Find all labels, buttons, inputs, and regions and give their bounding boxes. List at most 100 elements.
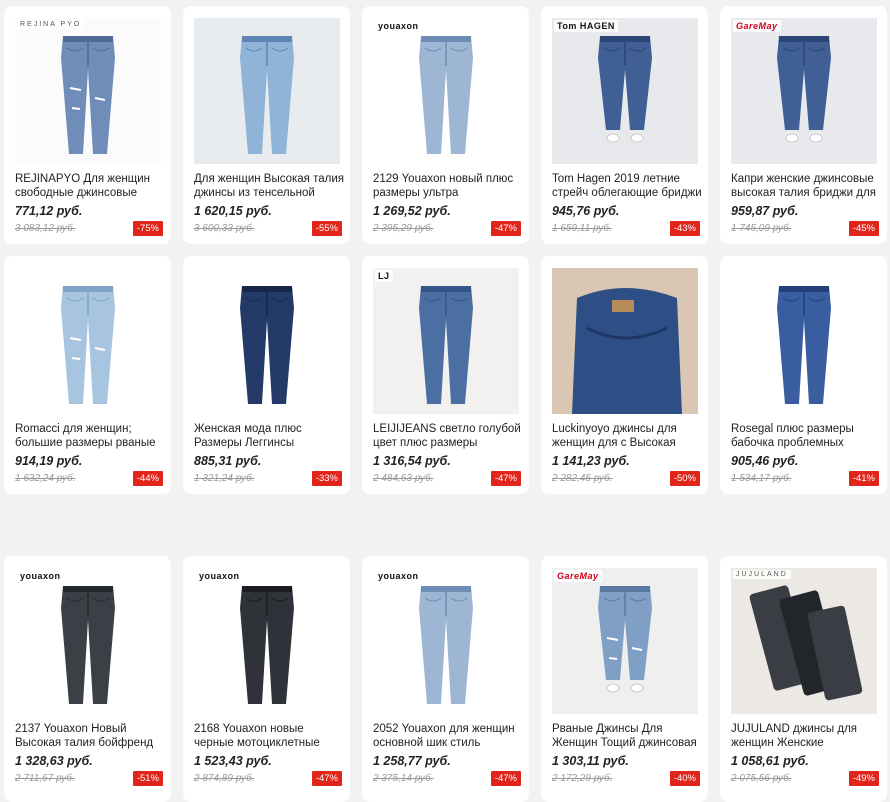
original-price: 2 282,45 руб. bbox=[552, 473, 613, 484]
original-price: 2 375,14 руб. bbox=[373, 773, 434, 784]
product-card[interactable]: Rosegal плюс размеры бабочка проблемных … bbox=[720, 256, 887, 494]
product-image[interactable]: youaxon bbox=[194, 568, 340, 714]
original-price: 3 083,12 руб. bbox=[15, 223, 76, 234]
brand-logo: youaxon bbox=[196, 570, 243, 582]
brand-logo: youaxon bbox=[17, 570, 64, 582]
discount-badge: -41% bbox=[848, 471, 879, 486]
brand-logo: LJ bbox=[375, 270, 393, 282]
skinny-jeans-icon bbox=[373, 18, 519, 164]
product-card[interactable]: GareMay Капри женские джинсовые высокая т… bbox=[720, 6, 887, 244]
discount-badge: -55% bbox=[311, 221, 342, 236]
light-ripped-jeans-icon bbox=[15, 268, 161, 414]
product-image[interactable] bbox=[194, 18, 340, 164]
discount-badge: -47% bbox=[490, 771, 521, 786]
product-title[interactable]: 2129 Youaxon новый плюс размеры ультра э… bbox=[373, 172, 523, 200]
product-card[interactable]: REJINA PYO REJINAPYO Для женщин свободные… bbox=[4, 6, 171, 244]
butterfly-jeans-icon bbox=[731, 268, 877, 414]
product-price: 1 269,52 руб. bbox=[373, 204, 451, 218]
product-image[interactable]: JUJULAND bbox=[731, 568, 877, 714]
cropped-jeans-icon bbox=[373, 268, 519, 414]
product-price: 1 258,77 руб. bbox=[373, 754, 451, 768]
product-title[interactable]: Tom Hagen 2019 летние стрейч облегающие … bbox=[552, 172, 702, 200]
product-card[interactable]: Luckinyoyo джинсы для женщин для с Высок… bbox=[541, 256, 708, 494]
product-price: 905,46 руб. bbox=[731, 454, 799, 468]
product-image[interactable]: youaxon bbox=[15, 568, 161, 714]
product-price: 1 316,54 руб. bbox=[373, 454, 451, 468]
product-card[interactable]: JUJULAND JUJULAND джинсы для женщин Женск… bbox=[720, 556, 887, 802]
product-card[interactable]: Женская мода плюс Размеры Леггинсы эласт… bbox=[183, 256, 350, 494]
product-title[interactable]: Rosegal плюс размеры бабочка проблемных … bbox=[731, 422, 881, 450]
product-card[interactable]: LJ LEIJIJEANS светло голубой цвет плюс ра… bbox=[362, 256, 529, 494]
product-image[interactable]: REJINA PYO bbox=[15, 18, 161, 164]
product-title[interactable]: Luckinyoyo джинсы для женщин для с Высок… bbox=[552, 422, 702, 450]
discount-badge: -33% bbox=[311, 471, 342, 486]
product-card[interactable]: youaxon 2137 Youaxon Новый Высокая талия … bbox=[4, 556, 171, 802]
original-price: 1 659,11 руб. bbox=[552, 223, 612, 234]
product-price: 945,76 руб. bbox=[552, 204, 620, 218]
jeans-closeup-icon bbox=[552, 268, 698, 414]
product-image[interactable] bbox=[552, 268, 698, 414]
product-title[interactable]: JUJULAND джинсы для женщин Женские джинс… bbox=[731, 722, 881, 750]
product-title[interactable]: 2052 Youaxon для женщин основной шик сти… bbox=[373, 722, 523, 750]
original-price: 2 395,29 руб. bbox=[373, 223, 434, 234]
original-price: 2 484,63 руб. bbox=[373, 473, 434, 484]
product-title[interactable]: Рваные Джинсы Для Женщин Тощий джинсовая… bbox=[552, 722, 702, 750]
discount-badge: -47% bbox=[490, 221, 521, 236]
product-card[interactable]: Romacci для женщин; большие размеры рван… bbox=[4, 256, 171, 494]
product-card[interactable]: youaxon 2168 Youaxon новые черные мотоцик… bbox=[183, 556, 350, 802]
brand-logo: GareMay bbox=[554, 570, 602, 582]
product-price: 914,19 руб. bbox=[15, 454, 83, 468]
product-image[interactable]: GareMay bbox=[552, 568, 698, 714]
discount-badge: -47% bbox=[311, 771, 342, 786]
product-title[interactable]: REJINAPYO Для женщин свободные джинсовые bbox=[15, 172, 165, 200]
product-image[interactable]: youaxon bbox=[373, 568, 519, 714]
original-price: 2 874,89 руб. bbox=[194, 773, 255, 784]
product-price: 1 058,61 руб. bbox=[731, 754, 809, 768]
product-image[interactable] bbox=[194, 268, 340, 414]
folded-jeans-icon bbox=[731, 568, 877, 714]
capri-jeans-icon bbox=[731, 18, 877, 164]
product-title[interactable]: Капри женские джинсовые высокая талия бр… bbox=[731, 172, 881, 200]
product-image[interactable]: GareMay bbox=[731, 18, 877, 164]
product-title[interactable]: LEIJIJEANS светло голубой цвет плюс разм… bbox=[373, 422, 523, 450]
skinny-jeans-icon bbox=[373, 568, 519, 714]
product-price: 1 620,15 руб. bbox=[194, 204, 272, 218]
discount-badge: -40% bbox=[669, 771, 700, 786]
brand-logo: REJINA PYO bbox=[17, 20, 85, 29]
product-card[interactable]: Tom HAGEN Tom Hagen 2019 летние стрейч об… bbox=[541, 6, 708, 244]
product-card[interactable]: youaxon 2052 Youaxon для женщин основной … bbox=[362, 556, 529, 802]
product-card[interactable]: Для женщин Высокая талия джинсы из тенсе… bbox=[183, 6, 350, 244]
product-price: 771,12 руб. bbox=[15, 204, 83, 218]
biker-jeans-icon bbox=[194, 568, 340, 714]
product-grid: REJINA PYO REJINAPYO Для женщин свободные… bbox=[0, 0, 890, 802]
model-jeans-icon bbox=[194, 268, 340, 414]
brand-logo: youaxon bbox=[375, 570, 422, 582]
product-card[interactable]: GareMay Рваные Джинсы Для Женщин Тощий дж… bbox=[541, 556, 708, 802]
discount-badge: -43% bbox=[669, 221, 700, 236]
original-price: 3 600,33 руб. bbox=[194, 223, 255, 234]
jeans-ripped-icon bbox=[15, 18, 161, 164]
brand-logo: JUJULAND bbox=[733, 570, 791, 579]
discount-badge: -45% bbox=[848, 221, 879, 236]
brand-logo: youaxon bbox=[375, 20, 422, 32]
discount-badge: -44% bbox=[132, 471, 163, 486]
product-card[interactable]: youaxon 2129 Youaxon новый плюс размеры у… bbox=[362, 6, 529, 244]
product-title[interactable]: Romacci для женщин; большие размеры рван… bbox=[15, 422, 165, 450]
product-image[interactable] bbox=[15, 268, 161, 414]
product-title[interactable]: Женская мода плюс Размеры Леггинсы эласт… bbox=[194, 422, 344, 450]
original-price: 1 745,09 руб. bbox=[731, 223, 792, 234]
original-price: 1 632,24 руб. bbox=[15, 473, 76, 484]
original-price: 2 172,29 руб. bbox=[552, 773, 613, 784]
product-price: 959,87 руб. bbox=[731, 204, 799, 218]
product-title[interactable]: 2168 Youaxon новые черные мотоциклетные … bbox=[194, 722, 344, 750]
original-price: 1 321,24 руб. bbox=[194, 473, 255, 484]
original-price: 2 075,56 руб. bbox=[731, 773, 792, 784]
product-image[interactable] bbox=[731, 268, 877, 414]
product-image[interactable]: youaxon bbox=[373, 18, 519, 164]
product-image[interactable]: LJ bbox=[373, 268, 519, 414]
product-image[interactable]: Tom HAGEN bbox=[552, 18, 698, 164]
product-title[interactable]: 2137 Youaxon Новый Высокая талия бойфрен… bbox=[15, 722, 165, 750]
original-price: 1 534,17 руб. bbox=[731, 473, 792, 484]
brand-logo: GareMay bbox=[733, 20, 781, 32]
product-title[interactable]: Для женщин Высокая талия джинсы из тенсе… bbox=[194, 172, 344, 200]
